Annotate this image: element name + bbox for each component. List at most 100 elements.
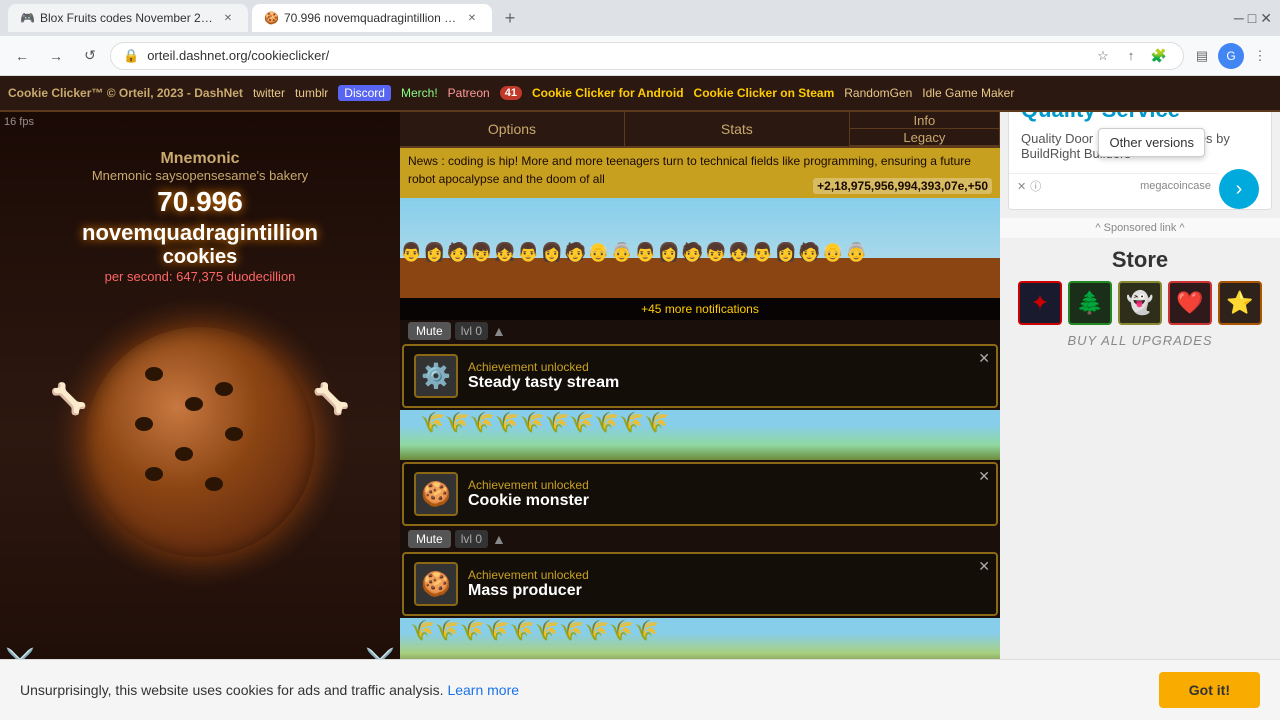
nav-merch[interactable]: Merch!	[401, 86, 438, 100]
nav-android[interactable]: Cookie Clicker for Android	[532, 86, 684, 100]
crowd-figure: 👨	[517, 242, 539, 263]
minimize-button[interactable]: ─	[1234, 10, 1244, 26]
achievement-unlocked-3: Achievement unlocked	[468, 568, 986, 582]
middle-panel: Options Stats Info Legacy News : coding …	[400, 112, 1000, 720]
cookie-chip-4	[175, 447, 193, 461]
crowd-figure: 👨	[400, 242, 422, 263]
close-notif-2[interactable]: ✕	[978, 468, 990, 485]
sidebar-toggle-icon[interactable]: ▤	[1190, 44, 1214, 68]
game-topbar: Options Stats Info Legacy	[400, 112, 1000, 148]
crowd-figure: 👴	[822, 242, 844, 263]
store-icon-5[interactable]: ⭐	[1218, 281, 1262, 325]
bakery-name: Mnemonic	[160, 150, 239, 168]
share-icon[interactable]: ↑	[1119, 44, 1143, 68]
cookie-chip-8	[205, 477, 223, 491]
buy-all-upgrades-button[interactable]: Buy all upgrades	[1008, 333, 1272, 348]
tab-1[interactable]: 🎮 Blox Fruits codes November 202... ✕	[8, 4, 248, 32]
consent-text: Unsurprisingly, this website uses cookie…	[20, 682, 1159, 698]
profile-avatar[interactable]: G	[1218, 43, 1244, 69]
browser-titlebar: 🎮 Blox Fruits codes November 202... ✕ 🍪 …	[0, 0, 1280, 36]
farm-icon-2: 🌾🌾🌾🌾🌾🌾🌾🌾🌾🌾	[410, 620, 659, 642]
info-button[interactable]: Info	[850, 112, 999, 129]
farm-strip-1: 🌾🌾🌾🌾🌾🌾🌾🌾🌾🌾	[400, 410, 1000, 460]
crowd-figure: 👩	[423, 242, 445, 263]
mute-button-1[interactable]: Mute	[408, 322, 451, 340]
got-it-button[interactable]: Got it!	[1159, 672, 1260, 708]
store-icon-2[interactable]: 🌲	[1068, 281, 1112, 325]
close-notif-1[interactable]: ✕	[978, 350, 990, 367]
ad-x-icon[interactable]: ✕	[1017, 180, 1026, 193]
close-button[interactable]: ✕	[1260, 10, 1272, 27]
tab1-favicon: 🎮	[20, 11, 34, 25]
nav-badge[interactable]: 41	[500, 86, 522, 100]
stats-button[interactable]: Stats	[625, 112, 850, 146]
store-icon-1[interactable]: ✦	[1018, 281, 1062, 325]
left-decoration: 🦴	[50, 382, 87, 417]
lvl-badge-1: lvl 0	[455, 322, 488, 340]
achievement-name-3: Mass producer	[468, 582, 986, 600]
store-title: Store	[1008, 247, 1272, 273]
crowd-figure: 🧑	[681, 242, 703, 263]
extensions-icon[interactable]: 🧩	[1147, 44, 1171, 68]
crowd-figure: 👨	[751, 242, 773, 263]
arrow-up-1[interactable]: ▲	[492, 323, 506, 339]
store-icon-4[interactable]: ❤️	[1168, 281, 1212, 325]
sponsored-text: ^ Sponsored link ^	[1000, 218, 1280, 239]
right-panel: Quality Service Quality Door Installatio…	[1000, 76, 1280, 720]
store-section: Store ✦ 🌲 👻 ❤️ ⭐ Buy all upgrades	[1000, 239, 1280, 356]
cookie-panel: 16 fps Mnemonic Mnemonic saysopensesame'…	[0, 112, 400, 720]
nav-patreon[interactable]: Patreon	[448, 86, 490, 100]
crowd-figure: 👩	[658, 242, 680, 263]
crowd-figures: 👨 👩 🧑 👦 👧 👨 👩 🧑 👴 👵 👨 👩 🧑 👦 👧 👨	[400, 242, 1000, 263]
achievement-icon-3: 🍪	[414, 562, 458, 606]
menu-icon[interactable]: ⋮	[1248, 44, 1272, 68]
address-icons: ☆ ↑ 🧩	[1091, 44, 1171, 68]
nav-tumblr[interactable]: tumblr	[295, 86, 328, 100]
crowd-figure: 👦	[704, 242, 726, 263]
forward-button[interactable]: →	[42, 42, 70, 70]
crowd-figure: 👦	[470, 242, 492, 263]
nav-steam[interactable]: Cookie Clicker on Steam	[694, 86, 835, 100]
options-button[interactable]: Options	[400, 112, 625, 146]
cookies-label: cookies	[163, 246, 237, 269]
other-versions-tooltip[interactable]: Other versions	[1098, 128, 1205, 157]
more-notifications[interactable]: +45 more notifications	[400, 298, 1000, 320]
address-bar[interactable]: 🔒 orteil.dashnet.org/cookieclicker/ ☆ ↑ …	[110, 42, 1184, 70]
tab-2[interactable]: 🍪 70.996 novemquadragintillion c... ✕	[252, 4, 492, 32]
lvl-badge-2: lvl 0	[455, 530, 488, 548]
tab2-close[interactable]: ✕	[464, 10, 480, 26]
cookie-count: 70.996	[157, 187, 243, 218]
tab1-title: Blox Fruits codes November 202...	[40, 11, 214, 25]
achievement-text-3: Achievement unlocked Mass producer	[468, 568, 986, 600]
mute-button-2[interactable]: Mute	[408, 530, 451, 548]
nav-randomgen[interactable]: RandomGen	[844, 86, 912, 100]
maximize-button[interactable]: □	[1248, 10, 1256, 26]
news-score: +2,18,975,956,994,393,07e,+50	[813, 178, 992, 194]
legacy-button[interactable]: Legacy	[850, 129, 999, 146]
close-notif-3[interactable]: ✕	[978, 558, 990, 575]
ad-info-icon[interactable]: ⓘ	[1030, 178, 1041, 194]
refresh-button[interactable]: ↺	[76, 42, 104, 70]
nav-twitter[interactable]: twitter	[253, 86, 285, 100]
achievement-icon-2: 🍪	[414, 472, 458, 516]
ad-footer: ✕ ⓘ megacoincase	[1009, 173, 1219, 198]
nav-idle-game-maker[interactable]: Idle Game Maker	[922, 86, 1014, 100]
tab2-title: 70.996 novemquadragintillion c...	[284, 11, 458, 25]
ad-footer-text: megacoincase	[1140, 180, 1211, 192]
arrow-up-2[interactable]: ▲	[492, 531, 506, 547]
bookmark-star-icon[interactable]: ☆	[1091, 44, 1115, 68]
crowd-figure: 👧	[728, 242, 750, 263]
achievement-text-2: Achievement unlocked Cookie monster	[468, 478, 986, 510]
achievement-icon-1: ⚙️	[414, 354, 458, 398]
ad-arrow-button[interactable]: ›	[1219, 169, 1259, 209]
store-icons: ✦ 🌲 👻 ❤️ ⭐	[1008, 281, 1272, 325]
learn-more-link[interactable]: Learn more	[447, 682, 519, 698]
nav-discord[interactable]: Discord	[338, 85, 391, 101]
store-icon-3[interactable]: 👻	[1118, 281, 1162, 325]
tab1-close[interactable]: ✕	[220, 10, 236, 26]
fps-display: 16 fps	[4, 116, 34, 128]
cookie-button[interactable]: 🦴 🦴	[60, 302, 340, 582]
back-button[interactable]: ←	[8, 42, 36, 70]
new-tab-button[interactable]: +	[496, 4, 524, 32]
game-navbar: Cookie Clicker™ © Orteil, 2023 - DashNet…	[0, 76, 1280, 112]
